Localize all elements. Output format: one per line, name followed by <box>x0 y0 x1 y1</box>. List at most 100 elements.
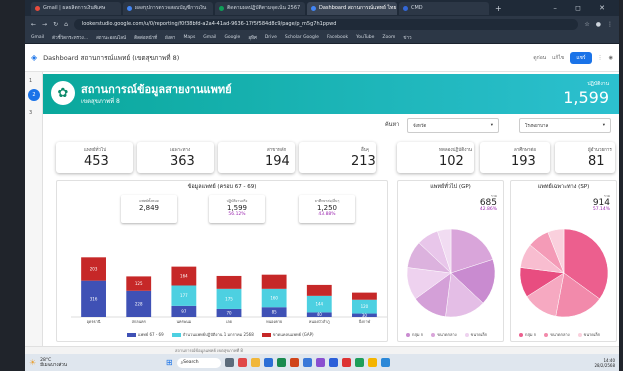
menu-icon[interactable]: ⋮ <box>607 21 613 28</box>
tab-favicon-icon <box>35 5 40 11</box>
bookmark-item[interactable]: Facebook <box>327 35 348 40</box>
weather-widget[interactable]: 28°C มีเมฆบางส่วน <box>40 358 67 368</box>
back-icon[interactable]: ← <box>31 21 36 28</box>
stat-label: อื่นๆ <box>361 148 370 153</box>
bar-chart-legend: แพทย์ 67 - 69 จำนวนแพทย์ปฏิบัติงาน 1 มกร… <box>127 331 314 338</box>
bar-data-label: 316 <box>90 296 98 301</box>
browser-tab-label: CMD <box>411 5 423 11</box>
url-field[interactable]: lookerstudio.google.com/u/0/reporting/f0… <box>73 18 579 30</box>
app-icon[interactable] <box>276 358 286 367</box>
app-icon[interactable] <box>354 358 364 367</box>
weather-desc: มีเมฆบางส่วน <box>40 362 67 368</box>
bookmark-item[interactable]: อุทิศ <box>248 34 257 41</box>
stat-value: 193 <box>511 154 536 169</box>
bookmark-item[interactable]: ข่าว <box>403 34 411 41</box>
app-icon[interactable] <box>315 358 325 367</box>
bookmark-item[interactable]: Maps <box>183 35 195 40</box>
x-tick-label: สกลนคร <box>132 319 146 324</box>
stat-value: 194 <box>265 154 290 169</box>
home-icon[interactable]: ⌂ <box>64 21 68 28</box>
browser-tab[interactable]: ติดตามผลปฏิบัติตามจุดเน้น 2567 <box>215 1 305 15</box>
app-icon[interactable] <box>341 358 351 367</box>
app-icon[interactable] <box>263 358 273 367</box>
legend-item[interactable]: กลุ่ม ก <box>519 331 536 338</box>
browser-tab[interactable]: CMD <box>399 1 489 15</box>
bar-data-label: 120 <box>361 304 369 309</box>
page-2[interactable]: 2 <box>28 89 40 101</box>
stat-label: เฉพาะทาง <box>170 148 191 153</box>
pie-panel-sp: แพทย์เฉพาะทาง (SP) รวม 914 57.14% กลุ่ม … <box>510 180 617 342</box>
bookmark-item[interactable]: Scholar Google <box>285 35 319 40</box>
taskview-icon[interactable] <box>224 358 234 367</box>
taskbar-search[interactable]: ⌕ Search <box>176 357 221 368</box>
moph-logo-icon: ✿ <box>51 81 75 105</box>
system-tray[interactable]: 14:40 28/2/2568 <box>594 358 615 368</box>
start-icon[interactable]: ⊞ <box>166 358 173 367</box>
bookmark-star-icon[interactable]: ☆ <box>584 21 589 28</box>
bar-data-label: 123 <box>270 279 278 284</box>
bookmark-item[interactable]: Google <box>224 35 240 40</box>
bar-chart: 316 203 อุดรธานี 228 125 สกลนคร 97 177 164 นครพนม… <box>71 257 387 325</box>
stat-card-specialist: เฉพาะทาง 363 <box>137 142 214 173</box>
browser-tab[interactable]: Gmail | ผลผลิตการเงินพิเศษ <box>31 1 121 15</box>
bookmarks-bar: Gmail ตัวชี้วัดกระทรวง... สถานะออนไลน์ ติดต… <box>25 32 619 44</box>
page-navigator: 1 2 3 <box>25 72 43 346</box>
hospital-dropdown-value: โรงพยาบาล <box>525 124 549 129</box>
province-dropdown[interactable]: จังหวัด ▾ <box>407 118 499 133</box>
share-button[interactable]: แชร์ <box>570 51 592 64</box>
browser-tab[interactable]: ผลสรุปการตรวจสอบบัญชีการเงิน <box>123 1 213 15</box>
bar-data-label: 62 <box>362 294 368 299</box>
bar-data-label: 40 <box>317 312 323 317</box>
legend-item[interactable]: จำนวนแพทย์ปฏิบัติงาน 1 มกราคม 2568 <box>171 331 254 338</box>
stat-card-trial: ทดลองปฏิบัติงาน 102 <box>397 142 474 173</box>
word-icon[interactable] <box>328 358 338 367</box>
legend-item[interactable]: ขนาดกลาง <box>544 331 570 338</box>
bookmark-item[interactable]: YouTube <box>356 35 374 40</box>
bookmark-item[interactable]: สถานะออนไลน์ <box>96 34 126 41</box>
legend-item[interactable]: กลุ่ม ก <box>406 331 423 338</box>
app-icon[interactable] <box>289 358 299 367</box>
bookmark-item[interactable]: Gmail <box>203 35 216 40</box>
more-icon[interactable]: ⋮ <box>598 55 603 61</box>
app-icon[interactable] <box>237 358 247 367</box>
browser-window: Gmail | ผลผลิตการเงินพิเศษ ผลสรุปการตรวจส… <box>25 0 619 371</box>
page-1[interactable]: 1 <box>29 78 32 84</box>
reload-icon[interactable]: ↻ <box>53 21 58 28</box>
legend-item[interactable]: แพทย์ 67 - 69 <box>127 331 164 338</box>
stat-card-director: ผู้อำนวยการ 81 <box>555 142 615 173</box>
bookmark-item[interactable]: ผังตา <box>165 34 175 41</box>
bookmark-item[interactable]: ติดต่อหน้าที่ <box>134 34 157 41</box>
stat-value: 453 <box>84 154 109 169</box>
tab-favicon-icon <box>403 5 408 11</box>
view-mode-button[interactable]: ดูก่อน <box>533 54 546 62</box>
hospital-dropdown[interactable]: โรงพยาบาล ▾ <box>519 118 611 133</box>
bookmark-item[interactable]: ตัวชี้วัดกระทรวง... <box>52 34 88 41</box>
province-dropdown-value: จังหวัด <box>413 124 427 129</box>
profile-icon[interactable]: ● <box>596 21 601 28</box>
chrome-icon[interactable] <box>367 358 377 367</box>
window-controls[interactable]: – ◻ ✕ <box>553 4 619 12</box>
looker-logo-icon: ◈ <box>31 53 38 62</box>
bookmark-item[interactable]: Gmail <box>31 35 44 40</box>
new-tab-button[interactable]: + <box>495 4 502 13</box>
bar-data-label: 144 <box>315 302 323 307</box>
edge-icon[interactable] <box>302 358 312 367</box>
explorer-icon[interactable] <box>250 358 260 367</box>
bookmark-item[interactable]: Zoom <box>382 35 395 40</box>
report-footer: สถานการณ์ข้อมูลแพทย์ เขตสุขภาพที่ 8 <box>25 346 619 354</box>
edit-button[interactable]: แก้ไข <box>552 54 564 62</box>
weather-icon[interactable]: ☀ <box>29 358 36 367</box>
stat-label: สาขาหลัก <box>267 148 287 153</box>
browser-tab[interactable]: Dashboard สถานการณ์แพทย์ ไทย <box>307 1 397 15</box>
bar-data-label: 177 <box>180 293 188 298</box>
legend-item[interactable]: ขาดแคลนแพทย์ (GAP) <box>261 331 314 338</box>
forward-icon[interactable]: → <box>42 21 47 28</box>
legend-item[interactable]: ขนาดเล็ก <box>577 331 600 338</box>
account-icon[interactable]: ◉ <box>609 55 613 61</box>
app-icon[interactable] <box>380 358 390 367</box>
page-3[interactable]: 3 <box>29 110 32 116</box>
bookmark-item[interactable]: Drive <box>265 35 277 40</box>
legend-item[interactable]: ขนาดกลาง <box>431 331 457 338</box>
banner-total-label: ปฏิบัติงาน <box>587 81 609 87</box>
legend-item[interactable]: ขนาดเล็ก <box>464 331 487 338</box>
